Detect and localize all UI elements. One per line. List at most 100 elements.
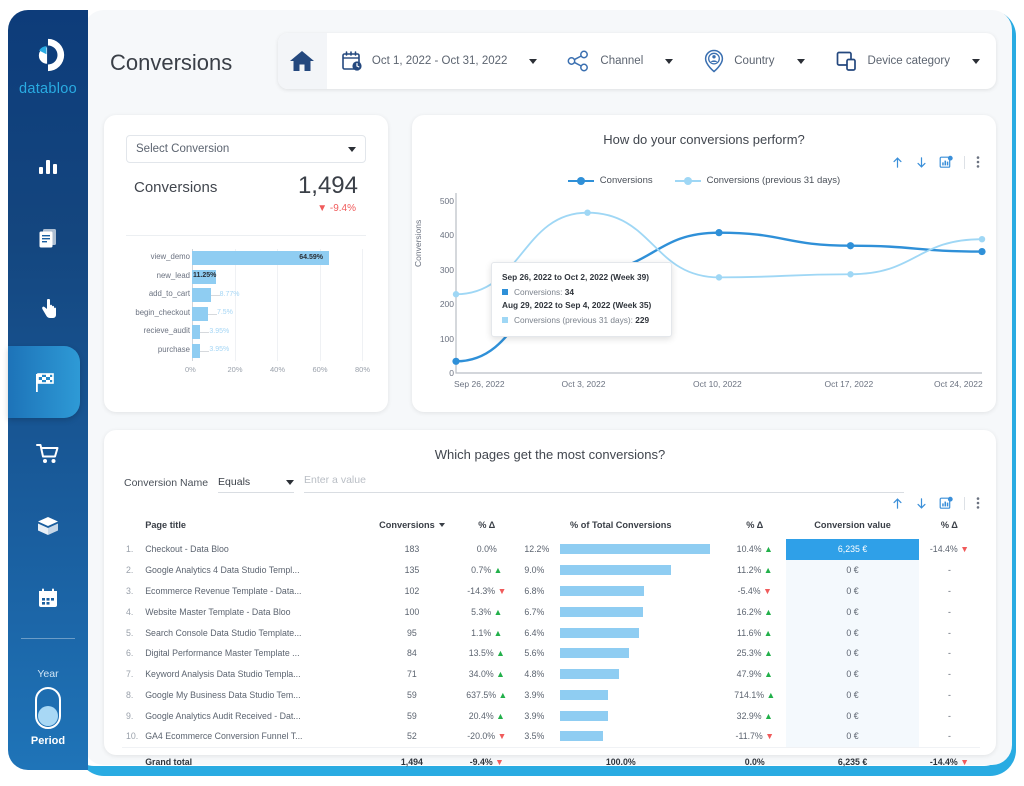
row-page-title: GA4 Ecommerce Conversion Funnel T... <box>145 731 303 742</box>
bar-value-label: 8.77% <box>219 290 240 298</box>
table-row[interactable]: 3. Ecommerce Revenue Template - Data... 10… <box>122 580 980 602</box>
table-row[interactable]: 8. Google My Business Data Studio Tem... 5… <box>122 684 980 706</box>
sidebar-item-bar-chart[interactable] <box>8 130 88 202</box>
table-row[interactable]: 6. Digital Performance Master Template ..… <box>122 642 980 664</box>
row-pct-value: 5.6% <box>524 648 545 659</box>
table-row[interactable]: 9. Google Analytics Audit Received - Dat.… <box>122 705 980 727</box>
row-pct-value: 6.7% <box>524 606 545 617</box>
total-conversions: 1,494 <box>368 746 456 773</box>
arrow-up-icon[interactable] <box>891 497 904 510</box>
table-header-row: Page title Conversions % Δ % of Total Co… <box>122 514 980 539</box>
tooltip-row-current: Conversions: 34 <box>502 285 661 300</box>
data-point[interactable] <box>846 242 855 250</box>
sidebar-item-package[interactable] <box>8 490 88 562</box>
bar-chart-row: begin_checkout 7.5% <box>122 306 372 322</box>
pages-card-title: Which pages get the most conversions? <box>434 447 666 462</box>
data-point[interactable] <box>584 209 591 216</box>
col-delta-1[interactable]: % Δ <box>455 514 518 539</box>
row-conversions: 100 <box>404 606 420 617</box>
filter-date-range-caret[interactable] <box>529 58 538 64</box>
data-point[interactable] <box>452 291 460 298</box>
export-chart-icon[interactable] <box>939 496 953 510</box>
row-delta-1: 13.5% ▲ <box>468 648 505 659</box>
row-delta-2: 16.2% ▲ <box>736 606 773 617</box>
sidebar-item-conversions[interactable] <box>8 346 80 418</box>
col-page-title[interactable]: Page title <box>145 514 368 539</box>
table-row[interactable]: 7. Keyword Analysis Data Studio Templa...… <box>122 663 980 685</box>
data-point[interactable] <box>452 357 460 365</box>
filter-date-range[interactable]: Oct 1, 2022 - Oct 31, 2022 <box>327 33 514 89</box>
sidebar-item-document[interactable] <box>8 202 88 274</box>
filter-country-caret[interactable] <box>796 58 805 64</box>
row-pct-total: 6.7% <box>518 601 723 622</box>
row-delta-3: - <box>947 710 951 721</box>
table-row[interactable]: 4. Website Master Template - Data Bloo 100… <box>122 601 980 623</box>
col-pct-total[interactable]: % of Total Conversions <box>518 514 723 539</box>
row-delta-2: -5.4% ▼ <box>737 585 772 596</box>
data-point[interactable] <box>978 247 986 256</box>
conversion-name-filter: Conversion Name Equals <box>124 470 905 493</box>
table-row[interactable]: 1. Checkout - Data Bloo 183 0.0% 12.2% 10.4%… <box>122 539 980 560</box>
filter-value-field[interactable] <box>304 470 905 493</box>
row-index: 2. <box>126 565 134 576</box>
tooltip-swatch-current <box>502 288 508 295</box>
row-conversion-value: 0 € <box>786 726 919 748</box>
col-conversions[interactable]: Conversions <box>369 514 456 539</box>
row-pct-total: 4.8% <box>518 664 723 685</box>
more-vertical-icon[interactable] <box>976 496 980 510</box>
row-delta-1: 20.4% ▲ <box>468 710 505 721</box>
data-point[interactable] <box>847 271 854 278</box>
filter-value-input[interactable] <box>304 474 905 486</box>
data-point[interactable] <box>715 274 723 281</box>
trend-up-icon: ▲ <box>496 669 505 680</box>
select-conversion-dropdown[interactable]: Select Conversion <box>126 135 366 163</box>
col-delta-2[interactable]: % Δ <box>723 514 786 539</box>
home-button[interactable] <box>278 33 327 89</box>
logo[interactable]: databloo <box>8 36 88 97</box>
row-pct-value: 9.0% <box>524 565 545 576</box>
filter-channel-label: Channel <box>600 55 644 67</box>
row-page-title: Search Console Data Studio Template... <box>145 627 302 638</box>
period-toggle-knob <box>38 706 58 726</box>
filter-channel-caret[interactable] <box>665 58 674 64</box>
sidebar-item-cart[interactable] <box>8 418 88 490</box>
data-point[interactable] <box>978 235 986 243</box>
data-point[interactable] <box>715 229 723 237</box>
row-delta-2: 32.9% ▲ <box>736 710 773 721</box>
kpi-label: Conversions <box>134 179 218 196</box>
bar-leader-line <box>207 313 217 315</box>
row-pct-value: 3.9% <box>524 710 545 721</box>
select-conversion-label: Select Conversion <box>136 143 230 155</box>
bar-x-tick: 80% <box>355 365 371 374</box>
filter-device-caret[interactable] <box>972 58 980 64</box>
row-delta-3: - <box>947 585 951 596</box>
filter-country[interactable]: Country <box>689 33 780 89</box>
trend-up-icon: ▲ <box>764 648 773 659</box>
table-row[interactable]: 2. Google Analytics 4 Data Studio Templ..… <box>122 559 980 581</box>
row-index: 10. <box>126 731 139 742</box>
row-pct-bar <box>560 606 643 617</box>
col-delta-3[interactable]: % Δ <box>919 514 980 539</box>
filter-channel[interactable]: Channel <box>553 33 649 89</box>
table-row[interactable]: 10. GA4 Ecommerce Conversion Funnel T... 5… <box>122 726 980 748</box>
trend-up-icon: ▲ <box>764 544 773 555</box>
row-delta-2: 47.9% ▲ <box>736 669 773 680</box>
tooltip-label-current: Conversions: 34 <box>514 286 574 297</box>
trend-down-icon: ▼ <box>763 585 772 596</box>
filter-device-category[interactable]: Device category <box>821 33 956 89</box>
filter-device-label: Device category <box>867 55 950 67</box>
row-index: 4. <box>126 606 134 617</box>
period-toggle[interactable] <box>35 687 61 729</box>
shopping-cart-icon <box>36 444 59 463</box>
sidebar-item-calendar[interactable] <box>8 562 88 634</box>
row-conversions: 71 <box>407 669 417 680</box>
row-conversion-value: 0 € <box>786 705 919 727</box>
sidebar-item-click[interactable] <box>8 274 88 346</box>
arrow-down-icon[interactable] <box>915 497 928 510</box>
operator-dropdown[interactable]: Equals <box>218 476 295 493</box>
table-row[interactable]: 5. Search Console Data Studio Template...… <box>122 622 980 643</box>
col-conversion-value[interactable]: Conversion value <box>786 514 919 539</box>
row-delta-1: 1.1% ▲ <box>471 627 503 638</box>
bar-chart-row: add_to_cart 8.77% <box>122 288 372 303</box>
trend-up-icon: ▲ <box>764 669 773 680</box>
